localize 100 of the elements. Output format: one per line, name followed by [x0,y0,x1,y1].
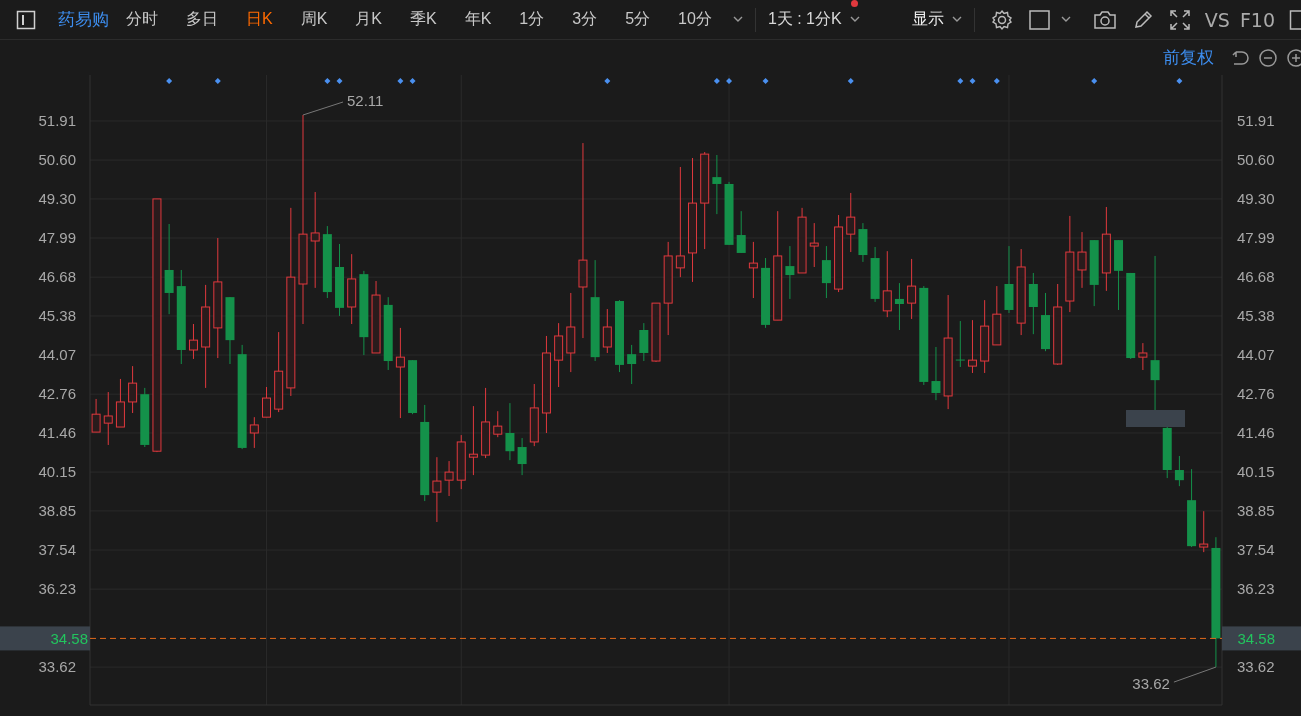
candle [627,344,637,385]
axis-label: 41.46 [1237,424,1275,441]
candle [468,405,478,476]
axis-label: 45.38 [1237,306,1275,324]
period-tab[interactable]: 10分 [667,9,723,30]
candle [249,416,259,449]
axis-label: 49.30 [1237,189,1275,207]
price-adjust-button[interactable]: 前复权 [1163,46,1214,69]
period-tab[interactable]: 月K [344,9,393,30]
notification-dot [851,0,858,7]
candle [1174,455,1184,487]
caret-icon[interactable] [732,16,743,23]
caret-icon[interactable] [1060,16,1071,23]
candle [736,210,746,254]
period-tab[interactable]: 分时 [115,9,169,30]
candle [785,245,795,300]
caret-icon[interactable] [951,16,962,23]
candle [955,320,965,368]
axis-label: 36.23 [1237,580,1275,598]
candle [1162,426,1172,479]
axis-label: 40.15 [38,463,76,481]
axis-label: 38.85 [38,501,76,519]
candle [481,387,491,459]
axis-label: 46.68 [1237,268,1275,286]
candle [602,308,612,354]
settings-icon[interactable] [990,8,1013,31]
candle [432,456,442,523]
candle [809,222,819,268]
period-tab[interactable]: 1分 [508,9,556,30]
candle [761,257,771,329]
candle [1041,292,1050,352]
period-tab[interactable]: 季K [399,9,448,30]
candle [505,402,515,461]
candle [529,383,539,447]
candle [347,253,357,325]
candle [651,302,661,363]
candle [91,398,101,433]
candle [128,365,138,414]
interval-dropdown[interactable]: 1天 : 1分K [763,9,846,30]
candle [103,391,113,446]
panel-toggle-icon[interactable] [16,9,36,30]
axis-label: 44.07 [38,346,76,364]
candle [992,285,1002,346]
zoom-out-icon[interactable] [1258,47,1278,68]
crosshair-tag [1126,410,1185,427]
candle [188,323,198,360]
camera-icon[interactable] [1092,9,1117,30]
candle [1114,239,1124,311]
axis-label: 41.46 [38,424,76,441]
axis-label: 37.54 [38,541,76,559]
axis-label: 46.68 [38,268,76,286]
pencil-icon[interactable] [1132,9,1153,30]
candle [967,319,977,374]
price-annotation: 33.62 [1132,675,1170,693]
candle [870,246,880,303]
axis-label: 47.99 [38,229,76,246]
candle [1199,510,1209,553]
period-tab[interactable]: 多日 [175,9,229,30]
axis-label: 33.62 [38,658,76,676]
candle [846,192,856,253]
axis-label: 38.85 [1237,501,1275,519]
axis-label: 36.23 [38,580,76,598]
period-tab[interactable]: 年K [453,9,503,30]
candle [858,222,868,263]
leader-line [302,101,344,116]
candle [1028,272,1038,335]
candle [456,434,466,490]
period-tab[interactable]: 日K [235,9,284,30]
candle [1089,239,1099,307]
axis-label: 44.07 [1237,346,1275,364]
axis-label: 37.54 [1237,541,1275,559]
f10-button[interactable]: F10 [1235,8,1279,31]
candle [554,322,564,388]
period-tab[interactable]: 5分 [614,9,662,30]
candle [639,322,649,362]
axis-label: 42.76 [1237,385,1275,403]
stock-name[interactable]: 药易购 [58,8,109,31]
panel-icon[interactable] [1289,9,1301,30]
candle [115,378,125,428]
candle [1004,245,1014,314]
fullscreen-icon[interactable] [1168,8,1191,31]
square-icon[interactable] [1028,9,1051,30]
candle [712,154,722,215]
axis-label: 47.99 [1237,229,1275,246]
display-menu[interactable]: 显示 [907,9,948,30]
price-annotation: 52.11 [347,92,384,109]
compare-button[interactable]: VS [1200,8,1234,31]
candle [882,250,892,318]
axis-label: 51.91 [1237,112,1275,129]
axis-label: 50.60 [1237,151,1275,169]
caret-icon[interactable] [849,16,860,23]
candle [517,437,527,476]
period-tab[interactable]: 周K [289,9,339,30]
zoom-in-icon[interactable] [1286,47,1301,68]
period-tab[interactable]: 3分 [561,9,609,30]
candle [1138,342,1148,371]
last-price-label: 34.58 [50,630,88,648]
candle [821,245,831,299]
last-price-label: 34.58 [1237,630,1275,648]
axis-label: 33.62 [1237,658,1275,676]
